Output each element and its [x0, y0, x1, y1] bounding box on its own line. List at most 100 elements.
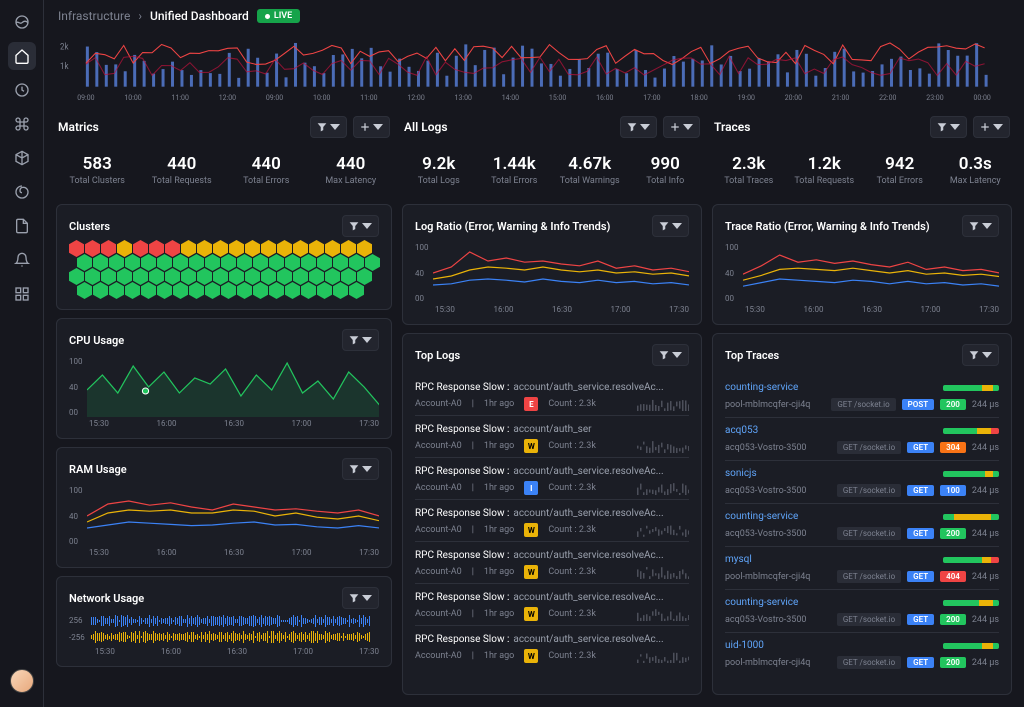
svg-text:10:00: 10:00: [124, 92, 141, 101]
log-row[interactable]: RPC Response Slow :account/auth_service.…: [415, 625, 689, 667]
nav-file[interactable]: [8, 212, 36, 240]
timeline-chart[interactable]: 2k1k09:0010:0011:0012:0009:0010:0011:001…: [56, 32, 1012, 102]
clusters-card: Clusters: [56, 204, 392, 310]
trace-ratio-chart[interactable]: 1004000 15:3016:0016:3017:0017:30: [725, 243, 999, 314]
svg-text:1k: 1k: [60, 62, 69, 72]
nav-command[interactable]: [8, 110, 36, 138]
network-card: Network Usage 256-256 15:3016:0016:3017:…: [56, 576, 392, 667]
log-row[interactable]: RPC Response Slow :account/auth_ser Acco…: [415, 415, 689, 457]
metrics-stats: 583Total Clusters440Total Requests440Tot…: [56, 148, 392, 196]
ram-chart[interactable]: 1004000 15:3016:0016:3017:0017:30: [69, 486, 379, 557]
stat: 990Total Info: [629, 154, 703, 186]
top-logs-title: Top Logs: [415, 349, 460, 362]
metrics-title: Matrics: [58, 120, 99, 134]
traces-column: Traces 2.3kTotal Traces1.2kTotal Request…: [712, 110, 1012, 695]
log-ratio-filter[interactable]: [652, 215, 689, 237]
nav-home[interactable]: [8, 42, 36, 70]
avatar[interactable]: [10, 669, 34, 693]
svg-text:15:00: 15:00: [549, 92, 566, 101]
stat: 2.3kTotal Traces: [712, 154, 786, 186]
cluster-hex[interactable]: [237, 282, 252, 299]
nav-grid[interactable]: [8, 280, 36, 308]
log-ratio-chart[interactable]: 1004000 15:3016:0016:3017:0017:30: [415, 243, 689, 314]
cluster-hex[interactable]: [157, 282, 172, 299]
top-logs-filter[interactable]: [652, 344, 689, 366]
svg-text:13:00: 13:00: [455, 92, 472, 101]
cpu-title: CPU Usage: [69, 334, 124, 347]
cluster-hex[interactable]: [205, 282, 220, 299]
nav-clock[interactable]: [8, 76, 36, 104]
cpu-filter[interactable]: [342, 329, 379, 351]
log-row[interactable]: RPC Response Slow :account/auth_service.…: [415, 457, 689, 499]
nav-cube[interactable]: [8, 144, 36, 172]
log-row[interactable]: RPC Response Slow :account/auth_service.…: [415, 499, 689, 541]
breadcrumb: Infrastructure › Unified Dashboard LIVE: [44, 0, 1024, 32]
stat: 942Total Errors: [863, 154, 937, 186]
live-badge: LIVE: [257, 9, 300, 23]
log-row[interactable]: RPC Response Slow :account/auth_service.…: [415, 541, 689, 583]
cluster-hex[interactable]: [253, 282, 268, 299]
svg-text:09:00: 09:00: [77, 92, 94, 101]
trace-row[interactable]: sonicjs acq053-Vostro-3500GET /socket.io…: [725, 460, 999, 503]
log-row[interactable]: RPC Response Slow :account/auth_service.…: [415, 380, 689, 415]
trace-row[interactable]: acq053 acq053-Vostro-3500GET /socket.ioG…: [725, 417, 999, 460]
cluster-hex[interactable]: [317, 282, 332, 299]
svg-text:12:00: 12:00: [219, 92, 236, 101]
cluster-hex[interactable]: [333, 282, 348, 299]
log-row[interactable]: RPC Response Slow :account/auth_service.…: [415, 583, 689, 625]
cluster-hex[interactable]: [77, 282, 92, 299]
network-filter[interactable]: [342, 587, 379, 609]
metrics-filter-button[interactable]: [310, 116, 347, 138]
top-traces-card: Top Traces counting-service pool-mblmcqf…: [712, 333, 1012, 695]
cluster-hexgrid[interactable]: [69, 243, 379, 299]
stat: 440Total Requests: [141, 154, 224, 186]
cluster-hex[interactable]: [173, 282, 188, 299]
top-traces-title: Top Traces: [725, 349, 779, 362]
trace-row[interactable]: counting-service acq053-Vostro-3500GET /…: [725, 589, 999, 632]
cluster-hex[interactable]: [301, 282, 316, 299]
cluster-hex[interactable]: [221, 282, 236, 299]
cpu-card: CPU Usage 1004000 15:3016:0016:3017:0017…: [56, 318, 392, 439]
svg-text:17:00: 17:00: [643, 92, 660, 101]
stat: 4.67kTotal Warnings: [553, 154, 627, 186]
top-traces-filter[interactable]: [962, 344, 999, 366]
top-logs-card: Top Logs RPC Response Slow :account/auth…: [402, 333, 702, 695]
trace-row[interactable]: uid-1000 pool-mblmcqfer-cji4qGET /socket…: [725, 632, 999, 675]
cluster-hex[interactable]: [109, 282, 124, 299]
cluster-hex[interactable]: [93, 282, 108, 299]
svg-text:00:00: 00:00: [973, 92, 990, 101]
nav-bell[interactable]: [8, 246, 36, 274]
trace-row[interactable]: counting-service acq053-Vostro-3500GET /…: [725, 503, 999, 546]
metrics-add-button[interactable]: [353, 116, 390, 138]
stat: 0.3sMax Latency: [939, 154, 1013, 186]
svg-text:09:00: 09:00: [266, 92, 283, 101]
svg-text:19:00: 19:00: [738, 92, 755, 101]
ram-filter[interactable]: [342, 458, 379, 480]
svg-text:11:00: 11:00: [172, 92, 189, 101]
stat: 583Total Clusters: [56, 154, 139, 186]
trace-row[interactable]: mysql pool-mblmcqfer-cji4qGET /socket.io…: [725, 546, 999, 589]
cluster-hex[interactable]: [125, 282, 140, 299]
cluster-hex[interactable]: [189, 282, 204, 299]
trace-ratio-filter[interactable]: [962, 215, 999, 237]
nav-spiral[interactable]: [8, 178, 36, 206]
cluster-hex[interactable]: [349, 282, 364, 299]
ram-card: RAM Usage 1004000 15:3016:0016:3017:0017…: [56, 447, 392, 568]
cluster-hex[interactable]: [269, 282, 284, 299]
network-title: Network Usage: [69, 592, 144, 605]
svg-text:20:00: 20:00: [785, 92, 802, 101]
cluster-hex[interactable]: [285, 282, 300, 299]
traces-filter-button[interactable]: [930, 116, 967, 138]
svg-text:18:00: 18:00: [690, 92, 707, 101]
trace-row[interactable]: counting-service pool-mblmcqfer-cji4qGET…: [725, 380, 999, 417]
cluster-hex[interactable]: [141, 282, 156, 299]
traces-add-button[interactable]: [973, 116, 1010, 138]
logs-filter-button[interactable]: [620, 116, 657, 138]
clusters-filter[interactable]: [342, 215, 379, 237]
network-chart[interactable]: 256-256: [69, 615, 379, 643]
traces-stats: 2.3kTotal Traces1.2kTotal Requests942Tot…: [712, 148, 1012, 196]
cpu-chart[interactable]: 1004000 15:3016:0016:3017:0017:30: [69, 357, 379, 428]
breadcrumb-root[interactable]: Infrastructure: [58, 9, 130, 23]
logs-add-button[interactable]: [663, 116, 700, 138]
svg-text:10:00: 10:00: [313, 92, 330, 101]
